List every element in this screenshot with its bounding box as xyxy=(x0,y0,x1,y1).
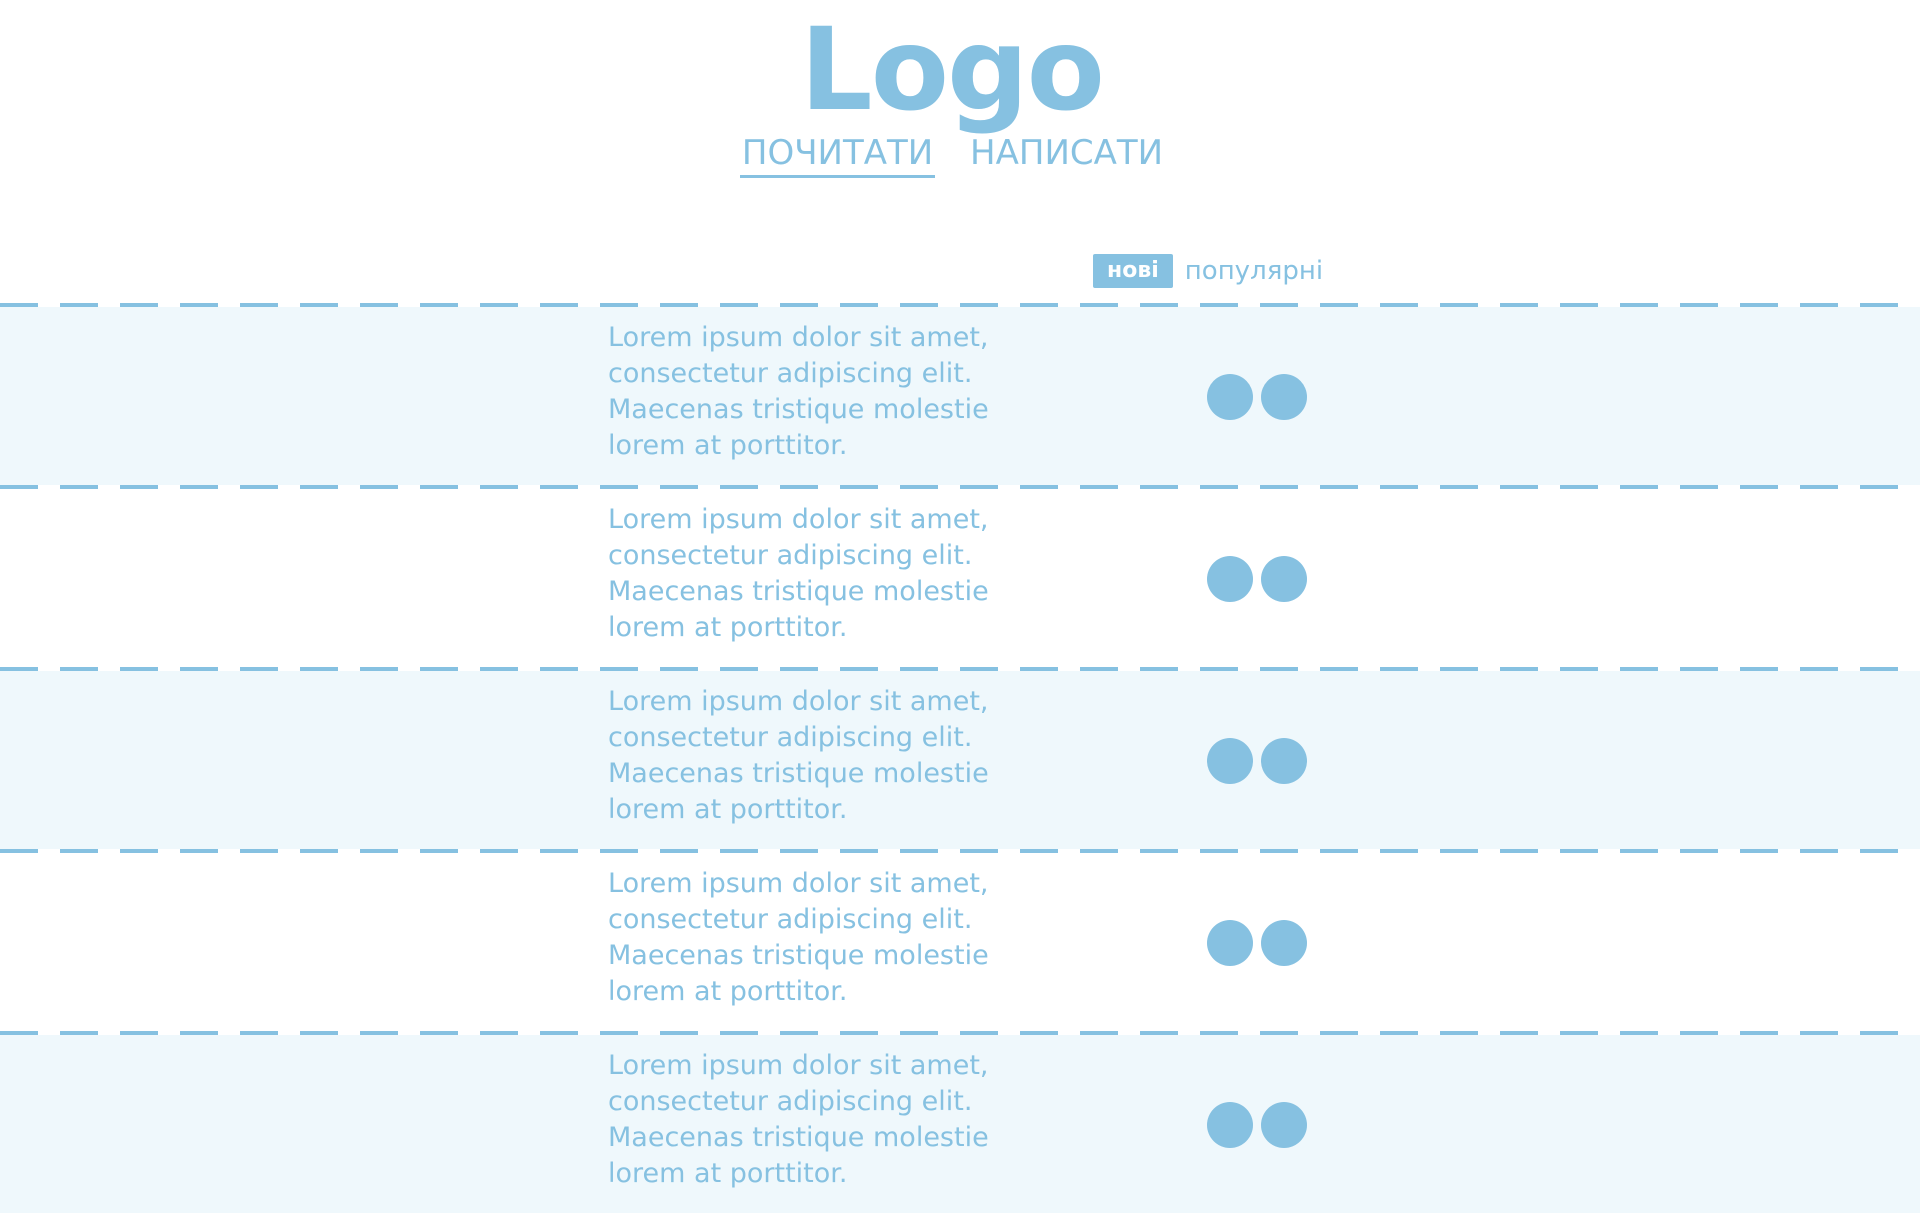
filter-new-button[interactable]: нові xyxy=(1093,254,1173,288)
site-header: Logo ПОЧИТАТИ НАПИСАТИ нові популярні xyxy=(0,0,1920,300)
circle-icon[interactable] xyxy=(1207,374,1253,420)
list-item[interactable]: Lorem ipsum dolor sit amet, consectetur … xyxy=(0,671,1920,849)
nav-write-link[interactable]: НАПИСАТИ xyxy=(970,131,1163,175)
circle-icon[interactable] xyxy=(1261,1102,1307,1148)
sort-filters: нові популярні xyxy=(1093,254,1323,288)
circle-icon[interactable] xyxy=(1261,920,1307,966)
post-text: Lorem ipsum dolor sit amet, consectetur … xyxy=(608,322,989,461)
post-actions xyxy=(1207,738,1307,784)
list-item[interactable]: Lorem ipsum dolor sit amet, consectetur … xyxy=(0,853,1920,1031)
list-item[interactable]: Lorem ipsum dolor sit amet, consectetur … xyxy=(0,489,1920,667)
nav-read-link[interactable]: ПОЧИТАТИ xyxy=(739,131,936,178)
circle-icon[interactable] xyxy=(1261,374,1307,420)
post-actions xyxy=(1207,920,1307,966)
post-actions xyxy=(1207,1102,1307,1148)
post-text: Lorem ipsum dolor sit amet, consectetur … xyxy=(608,686,989,825)
circle-icon[interactable] xyxy=(1261,556,1307,602)
post-actions xyxy=(1207,374,1307,420)
logo[interactable]: Logo xyxy=(0,0,1903,140)
circle-icon[interactable] xyxy=(1207,738,1253,784)
circle-icon[interactable] xyxy=(1207,1102,1253,1148)
post-text: Lorem ipsum dolor sit amet, consectetur … xyxy=(608,868,989,1007)
list-item[interactable]: Lorem ipsum dolor sit amet, consectetur … xyxy=(0,307,1920,485)
main-nav: ПОЧИТАТИ НАПИСАТИ xyxy=(0,131,1903,178)
post-feed: Lorem ipsum dolor sit amet, consectetur … xyxy=(0,303,1920,1213)
circle-icon[interactable] xyxy=(1207,556,1253,602)
circle-icon[interactable] xyxy=(1207,920,1253,966)
post-actions xyxy=(1207,556,1307,602)
list-item[interactable]: Lorem ipsum dolor sit amet, consectetur … xyxy=(0,1035,1920,1213)
post-text: Lorem ipsum dolor sit amet, consectetur … xyxy=(608,504,989,643)
filter-popular-link[interactable]: популярні xyxy=(1185,254,1323,288)
post-text: Lorem ipsum dolor sit amet, consectetur … xyxy=(608,1050,989,1189)
circle-icon[interactable] xyxy=(1261,738,1307,784)
